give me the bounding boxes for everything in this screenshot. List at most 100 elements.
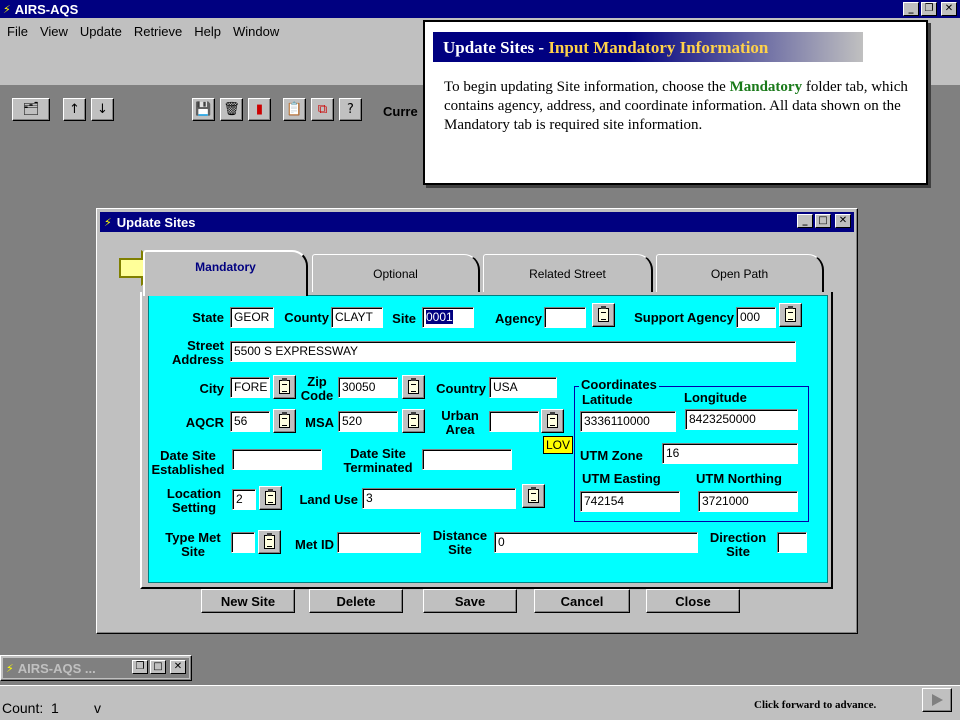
minimized-close-icon[interactable]: ✕ bbox=[170, 660, 186, 674]
date-established-field[interactable] bbox=[232, 449, 322, 470]
close-button[interactable]: Close bbox=[646, 589, 740, 613]
distance-site-label: Distance Site bbox=[432, 528, 488, 557]
utm-zone-field[interactable]: 16 bbox=[662, 443, 798, 464]
urban-area-field[interactable] bbox=[489, 411, 539, 432]
advance-hint: Click forward to advance. bbox=[754, 699, 877, 711]
city-field[interactable]: FORE bbox=[230, 377, 270, 398]
minimize-icon[interactable]: _ bbox=[903, 2, 919, 16]
zip-code-field[interactable]: 30050 bbox=[338, 377, 398, 398]
msa-lookup-icon[interactable] bbox=[402, 409, 425, 433]
date-terminated-label: Date Site Terminated bbox=[343, 446, 413, 475]
date-terminated-field[interactable] bbox=[422, 449, 512, 470]
menu-window[interactable]: Window bbox=[233, 24, 279, 40]
minimized-maximize-icon[interactable]: □ bbox=[150, 660, 166, 674]
connect-icon[interactable]: 🗂 bbox=[12, 98, 50, 121]
latitude-label: Latitude bbox=[582, 392, 633, 407]
agency-field[interactable] bbox=[544, 307, 586, 328]
dialog-title: Update Sites bbox=[116, 214, 196, 230]
county-label: County bbox=[284, 310, 329, 325]
coordinates-label: Coordinates bbox=[579, 377, 659, 392]
dialog-close-icon[interactable]: ✕ bbox=[835, 214, 851, 228]
lov-badge[interactable]: LOV bbox=[543, 436, 573, 454]
support-agency-field[interactable]: 000 bbox=[736, 307, 776, 328]
tab-optional[interactable]: Optional bbox=[312, 254, 480, 292]
tab-open-path[interactable]: Open Path bbox=[656, 254, 824, 292]
trash-icon[interactable]: 🗑 bbox=[220, 98, 243, 121]
location-setting-lookup-icon[interactable] bbox=[259, 486, 282, 510]
utm-northing-label: UTM Northing bbox=[696, 471, 782, 486]
save-button[interactable]: Save bbox=[423, 589, 517, 613]
cancel-button[interactable]: Cancel bbox=[534, 589, 630, 613]
support-agency-lookup-icon[interactable] bbox=[779, 303, 802, 327]
tab-related-street[interactable]: Related Street bbox=[483, 254, 653, 292]
minimized-restore-icon[interactable]: ❐ bbox=[132, 660, 148, 674]
location-setting-field[interactable]: 2 bbox=[232, 489, 256, 510]
latitude-field[interactable]: 3336110000 bbox=[580, 411, 676, 432]
callout-keyword: Mandatory bbox=[729, 79, 803, 95]
dialog-maximize-icon[interactable]: □ bbox=[815, 214, 831, 228]
new-site-button[interactable]: New Site bbox=[201, 589, 295, 613]
exit-icon[interactable]: ▮ bbox=[248, 98, 271, 121]
menu-help[interactable]: Help bbox=[194, 24, 221, 40]
met-id-field[interactable] bbox=[337, 532, 421, 553]
restore-icon[interactable]: ❐ bbox=[921, 2, 937, 16]
delete-button[interactable]: Delete bbox=[309, 589, 403, 613]
zip-lookup-icon[interactable] bbox=[402, 375, 425, 399]
longitude-label: Longitude bbox=[684, 390, 747, 405]
distance-site-field[interactable]: 0 bbox=[494, 532, 698, 553]
msa-field[interactable]: 520 bbox=[338, 411, 398, 432]
close-icon[interactable]: ✕ bbox=[941, 2, 957, 16]
longitude-field[interactable]: 8423250000 bbox=[685, 409, 798, 430]
city-label: City bbox=[199, 381, 224, 396]
tab-related-street-label: Related Street bbox=[529, 266, 606, 281]
utm-easting-label: UTM Easting bbox=[582, 471, 661, 486]
street-address-field[interactable]: 5500 S EXPRESSWAY bbox=[230, 341, 796, 362]
county-field[interactable]: CLAYT bbox=[331, 307, 383, 328]
status-mode: v bbox=[94, 700, 101, 716]
menu-update[interactable]: Update bbox=[80, 24, 122, 40]
help-icon[interactable]: ? bbox=[339, 98, 362, 121]
type-met-site-lookup-icon[interactable] bbox=[258, 530, 281, 554]
tab-open-path-label: Open Path bbox=[710, 266, 769, 281]
save-icon[interactable]: 💾 bbox=[192, 98, 215, 121]
type-met-site-label: Type Met Site bbox=[165, 530, 221, 559]
minimized-titlebar: ⚡ AIRS-AQS ... ❐ □ ✕ bbox=[3, 658, 189, 678]
country-label: Country bbox=[436, 381, 486, 396]
forward-arrow-icon bbox=[932, 694, 943, 706]
city-lookup-icon[interactable] bbox=[273, 375, 296, 399]
aqcr-lookup-icon[interactable] bbox=[273, 409, 296, 433]
instruction-callout: Update Sites - Input Mandatory Informati… bbox=[423, 20, 928, 185]
clipboard-icon[interactable]: 📋 bbox=[283, 98, 306, 121]
utm-easting-field[interactable]: 742154 bbox=[580, 491, 680, 512]
direction-site-field[interactable] bbox=[777, 532, 807, 553]
aqcr-field[interactable]: 56 bbox=[230, 411, 270, 432]
utm-northing-field[interactable]: 3721000 bbox=[698, 491, 798, 512]
arrow-down-icon[interactable]: ↓ bbox=[91, 98, 114, 121]
menu-retrieve[interactable]: Retrieve bbox=[134, 24, 182, 40]
direction-site-label: Direction Site bbox=[709, 530, 767, 559]
app-logo-icon: ⚡ bbox=[3, 2, 11, 16]
dialog-minimize-icon[interactable]: _ bbox=[797, 214, 813, 228]
land-use-field[interactable]: 3 bbox=[362, 488, 516, 509]
type-met-site-field[interactable] bbox=[231, 532, 255, 553]
forward-button[interactable] bbox=[922, 688, 952, 712]
site-field[interactable]: 0001 bbox=[422, 307, 474, 328]
urban-area-label: Urban Area bbox=[441, 408, 479, 437]
arrow-up-icon[interactable]: ↑ bbox=[63, 98, 86, 121]
land-use-lookup-icon[interactable] bbox=[522, 484, 545, 508]
app-titlebar: ⚡ AIRS-AQS _ ❐ ✕ bbox=[0, 0, 960, 18]
state-field[interactable]: GEOR bbox=[230, 307, 274, 328]
country-field[interactable]: USA bbox=[489, 377, 557, 398]
menu-view[interactable]: View bbox=[40, 24, 68, 40]
copy-icon[interactable]: ⧉ bbox=[311, 98, 334, 121]
callout-body: To begin updating Site information, choo… bbox=[444, 78, 919, 135]
tab-mandatory[interactable]: Mandatory bbox=[143, 250, 308, 296]
urban-area-lookup-icon[interactable] bbox=[541, 409, 564, 433]
agency-lookup-icon[interactable] bbox=[592, 303, 615, 327]
agency-label: Agency bbox=[495, 311, 542, 326]
met-id-label: Met ID bbox=[295, 537, 334, 552]
utm-zone-label: UTM Zone bbox=[580, 448, 643, 463]
zip-code-label: Zip Code bbox=[300, 374, 334, 403]
menu-file[interactable]: File bbox=[7, 24, 28, 40]
minimized-window[interactable]: ⚡ AIRS-AQS ... ❐ □ ✕ bbox=[0, 655, 192, 681]
